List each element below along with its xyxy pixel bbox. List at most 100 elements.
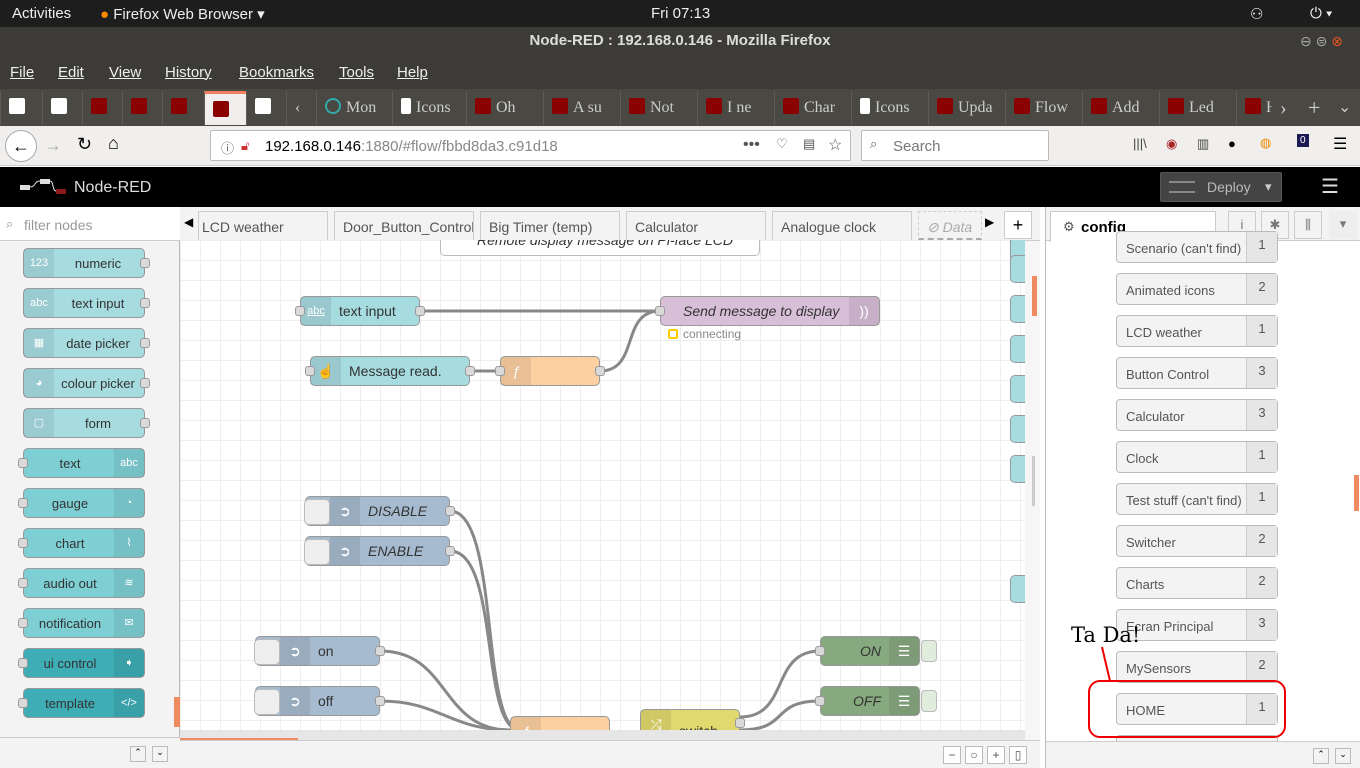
palette-node-date-picker[interactable]: ▦ date picker — [23, 328, 150, 358]
library-icon[interactable]: |||\ — [1133, 136, 1147, 151]
config-flow-item[interactable]: Charts 2 — [1116, 567, 1278, 599]
deploy-dropdown-icon[interactable]: ▾ — [1265, 179, 1272, 195]
zoom-out-button[interactable]: − — [943, 746, 961, 764]
function-node[interactable]: ƒ — [495, 356, 605, 386]
palette-node-text-input[interactable]: abc text input — [23, 288, 150, 318]
window-controls[interactable]: ⊖ ⊜ ⊗ — [1300, 33, 1343, 50]
flow-tab[interactable]: Door_Button_Control — [334, 211, 474, 241]
message-read-node[interactable]: ☝ Message read. — [305, 356, 475, 386]
palette-node-numeric[interactable]: 123 numeric — [23, 248, 150, 278]
home-button[interactable]: ⌂ — [108, 133, 119, 154]
browser-tab[interactable]: Mon — [316, 91, 392, 125]
pinned-tab-active[interactable] — [204, 91, 246, 125]
hamburger-menu-icon[interactable]: ☰ — [1333, 134, 1347, 154]
enable-inject-node[interactable]: ➲ ENABLE — [304, 536, 455, 566]
reader-icon[interactable]: ▤ — [803, 136, 815, 152]
extension-icon[interactable]: ◍ — [1260, 135, 1271, 151]
extension-icon[interactable]: ● — [1228, 136, 1236, 151]
partial-node[interactable] — [1010, 255, 1025, 283]
add-flow-button[interactable]: + — [1004, 211, 1032, 239]
pocket-icon[interactable]: ♡ — [776, 136, 788, 152]
partial-node[interactable] — [1010, 335, 1025, 363]
palette-node-ui-control[interactable]: ➧ ui control — [18, 648, 145, 678]
browser-tab[interactable]: Oh — [466, 91, 543, 125]
browser-tab[interactable]: Icons — [392, 91, 466, 125]
search-input[interactable]: ⌕ Search — [861, 130, 1049, 161]
toggle-button[interactable] — [921, 640, 937, 662]
collapse-all-button[interactable]: ⌃ — [1313, 748, 1329, 764]
switch-node[interactable]: ⤮switch — [640, 709, 745, 730]
on-inject-node[interactable]: ➲ on — [254, 636, 385, 666]
flow-tab[interactable]: LCD weather — [198, 211, 328, 241]
palette-node-audio-out[interactable]: ≋ audio out — [18, 568, 145, 598]
menu-file[interactable]: File — [10, 64, 34, 81]
browser-tab[interactable]: Add — [1082, 91, 1159, 125]
expand-all-button[interactable]: ⌄ — [152, 746, 168, 762]
expand-all-button[interactable]: ⌄ — [1335, 748, 1351, 764]
browser-tab[interactable]: Led — [1159, 91, 1236, 125]
menu-bookmarks[interactable]: Bookmarks — [239, 64, 314, 81]
flow-tab-disabled[interactable]: ⊘ Data — [918, 211, 982, 241]
browser-tab[interactable]: H — [1236, 91, 1272, 125]
config-flow-item[interactable]: Test stuff (can't find) 1 — [1116, 483, 1278, 515]
palette-node-chart[interactable]: ⌇ chart — [18, 528, 145, 558]
menu-history[interactable]: History — [165, 64, 212, 81]
tabs-scroll-right[interactable]: › — [1272, 91, 1300, 125]
inject-button[interactable] — [254, 689, 280, 715]
browser-tab[interactable]: A su — [543, 91, 620, 125]
browser-tab[interactable]: I ne — [697, 91, 774, 125]
info-icon[interactable]: ⓘ — [221, 138, 234, 157]
flow-tab[interactable]: Calculator — [626, 211, 766, 241]
new-tab-button[interactable]: + — [1300, 91, 1330, 125]
off-output-node[interactable]: OFF ☰ — [815, 686, 937, 716]
palette-node-gauge[interactable]: ◔ gauge — [18, 488, 145, 518]
inject-button[interactable] — [304, 539, 330, 565]
navigator-button[interactable]: ▯ — [1009, 746, 1027, 764]
partial-node[interactable] — [1010, 455, 1025, 483]
back-button[interactable]: ← — [5, 130, 37, 162]
menu-edit[interactable]: Edit — [58, 64, 84, 81]
app-menu[interactable]: ● Firefox Web Browser ▾ — [100, 5, 265, 23]
tab-list-button[interactable]: ⌄ — [1330, 91, 1360, 125]
flow-tab[interactable]: Analogue clock — [772, 211, 912, 241]
pinned-tab[interactable] — [246, 91, 286, 125]
badge-count[interactable]: 0 — [1297, 134, 1309, 147]
extension-icon[interactable]: ◉ — [1166, 136, 1177, 152]
menu-tools[interactable]: Tools — [339, 64, 374, 81]
off-inject-node[interactable]: ➲ off — [254, 686, 385, 716]
inject-button[interactable] — [304, 499, 330, 525]
page-actions-icon[interactable]: ••• — [743, 136, 760, 154]
menu-help[interactable]: Help — [397, 64, 428, 81]
browser-tab[interactable]: Not — [620, 91, 697, 125]
config-flow-item[interactable]: Clock 1 — [1116, 441, 1278, 473]
forward-button[interactable]: → — [44, 135, 62, 156]
palette-node-text[interactable]: abc text — [18, 448, 145, 478]
sidebar-menu-dropdown[interactable]: ▾ — [1329, 211, 1357, 239]
zoom-in-button[interactable]: + — [987, 746, 1005, 764]
disable-inject-node[interactable]: ➲ DISABLE — [304, 496, 455, 526]
inject-button[interactable] — [254, 639, 280, 665]
sidebar-scrollbar[interactable] — [1354, 475, 1359, 511]
horizontal-scrollbar[interactable] — [180, 730, 1025, 742]
menu-view[interactable]: View — [109, 64, 141, 81]
partial-node[interactable] — [1010, 415, 1025, 443]
dashboard-chart-icon[interactable]: ⫼ — [1294, 211, 1322, 239]
comment-node[interactable]: Remote display message on Pi-face LCD — [440, 240, 760, 256]
clock[interactable]: Fri 07:13 — [651, 5, 710, 22]
pinned-tab[interactable] — [0, 91, 42, 125]
collapse-all-button[interactable]: ⌃ — [130, 746, 146, 762]
bookmark-star-icon[interactable]: ☆ — [828, 135, 842, 155]
partial-node[interactable] — [1010, 575, 1025, 603]
palette-node-template[interactable]: </> template — [18, 688, 145, 718]
browser-tab[interactable]: Upda — [928, 91, 1005, 125]
deploy-button[interactable]: Deploy ▾ — [1160, 172, 1282, 202]
config-flow-item[interactable]: Scenario (can't find) 1 — [1116, 231, 1278, 263]
pinned-tab[interactable] — [162, 91, 204, 125]
main-menu-icon[interactable]: ☰ — [1321, 174, 1339, 199]
tabs-scroll-left[interactable]: ‹ — [286, 91, 316, 125]
function-node[interactable]: ƒ — [510, 716, 610, 730]
vertical-scrollbar[interactable] — [1025, 241, 1040, 741]
power-icon[interactable]: ⏻ ▾ — [1310, 5, 1332, 22]
pinned-tab[interactable] — [42, 91, 82, 125]
config-flow-item[interactable]: Calculator 3 — [1116, 399, 1278, 431]
